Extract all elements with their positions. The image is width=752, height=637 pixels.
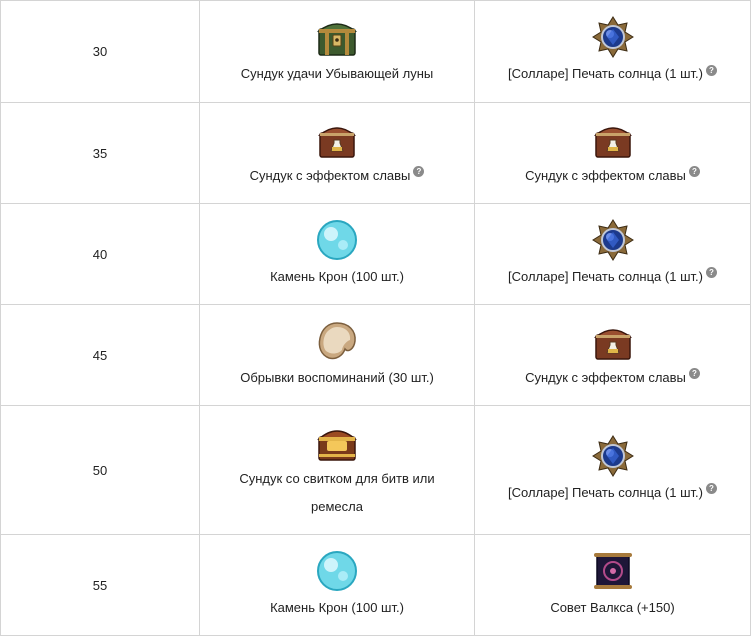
reward-cell: Сундук с эффектом славы?	[474, 102, 751, 204]
level-value: 55	[92, 577, 108, 593]
table-row: 40 Камень Крон (100 шт.) [Солларе] Печат…	[0, 203, 751, 305]
reward-cell: Сундук удачи Убывающей луны	[199, 0, 475, 103]
level-cell: 45	[0, 304, 200, 406]
level-cell: 35	[0, 102, 200, 204]
level-cell: 50	[0, 405, 200, 535]
level-value: 50	[92, 462, 108, 478]
memory-scraps-icon[interactable]	[315, 319, 359, 363]
green-lucky-chest-icon[interactable]	[315, 15, 359, 59]
reward-name-line2: ремесла	[311, 498, 363, 514]
reward-name: Сундук с эффектом славы	[525, 167, 686, 183]
reward-cell: Совет Валкса (+150)	[474, 534, 751, 636]
reward-name-line1: Сундук со свитком для битв или	[239, 470, 435, 486]
help-icon[interactable]: ?	[705, 64, 717, 76]
sun-seal-icon[interactable]	[591, 434, 635, 478]
reward-name: [Солларе] Печать солнца (1 шт.)	[508, 66, 703, 81]
table-row: 45 Обрывки воспоминаний (30 шт.) Сундук …	[0, 304, 751, 406]
reward-name: Камень Крон (100 шт.)	[270, 268, 404, 284]
crown-stone-icon[interactable]	[315, 549, 359, 593]
reward-name: Сундук с эффектом славы	[249, 167, 411, 183]
valka-advice-scroll-icon[interactable]	[591, 549, 635, 593]
reward-cell: Сундук со свитком для битв или ремесла	[199, 405, 475, 535]
reward-cell: Сундук с эффектом славы?	[199, 102, 475, 204]
level-cell: 30	[0, 0, 200, 103]
table-row: 50 Сундук со свитком для битв или ремесл…	[0, 405, 751, 535]
level-value: 35	[92, 145, 108, 161]
reward-name: Сундук удачи Убывающей луны	[240, 66, 434, 81]
reward-cell: [Солларе] Печать солнца (1 шт.)?	[474, 0, 751, 103]
reward-name: [Солларе] Печать солнца (1 шт.)	[508, 484, 703, 500]
glory-chest-icon[interactable]	[591, 117, 635, 161]
reward-cell: Камень Крон (100 шт.)	[199, 534, 475, 636]
reward-cell: [Солларе] Печать солнца (1 шт.)?	[474, 203, 751, 305]
scroll-chest-icon[interactable]	[315, 420, 359, 464]
help-icon[interactable]: ?	[705, 483, 717, 495]
table-row: 30 Сундук удачи Убывающей луны [Солларе]…	[0, 0, 751, 103]
reward-cell: Обрывки воспоминаний (30 шт.)	[199, 304, 475, 406]
reward-name: Совет Валкса (+150)	[550, 599, 675, 615]
rewards-table: 30 Сундук удачи Убывающей луны [Солларе]…	[0, 0, 751, 636]
table-row: 55 Камень Крон (100 шт.) Совет Валкса (+…	[0, 534, 751, 636]
level-value: 40	[92, 246, 108, 262]
crown-stone-icon[interactable]	[315, 218, 359, 262]
reward-name: Обрывки воспоминаний (30 шт.)	[240, 369, 434, 385]
help-icon[interactable]: ?	[413, 166, 425, 178]
sun-seal-icon[interactable]	[591, 15, 635, 59]
help-icon[interactable]: ?	[688, 368, 700, 380]
level-value: 45	[92, 347, 108, 363]
sun-seal-icon[interactable]	[591, 218, 635, 262]
level-cell: 40	[0, 203, 200, 305]
level-cell: 55	[0, 534, 200, 636]
table-row: 35 Сундук с эффектом славы? Сундук с эфф…	[0, 102, 751, 204]
reward-name: Камень Крон (100 шт.)	[270, 599, 404, 615]
reward-cell: Камень Крон (100 шт.)	[199, 203, 475, 305]
level-value: 30	[92, 44, 108, 59]
help-icon[interactable]: ?	[688, 166, 700, 178]
reward-cell: [Солларе] Печать солнца (1 шт.)?	[474, 405, 751, 535]
glory-chest-icon[interactable]	[591, 319, 635, 363]
reward-name: [Солларе] Печать солнца (1 шт.)	[508, 268, 703, 284]
reward-name: Сундук с эффектом славы	[525, 369, 686, 385]
reward-cell: Сундук с эффектом славы?	[474, 304, 751, 406]
glory-chest-icon[interactable]	[315, 117, 359, 161]
help-icon[interactable]: ?	[705, 267, 717, 279]
